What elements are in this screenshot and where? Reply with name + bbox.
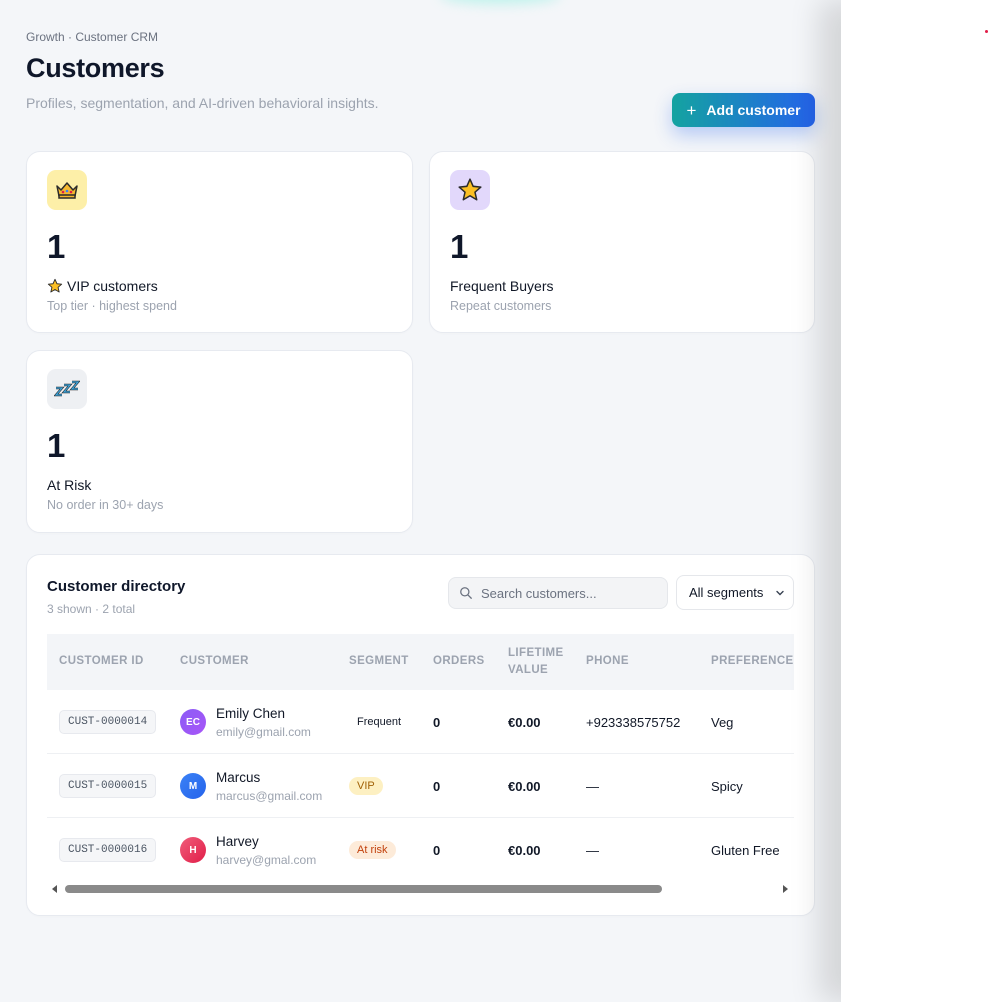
column-header-segment[interactable]: SEGMENT	[349, 634, 409, 690]
chevron-down-icon	[776, 590, 785, 595]
crown-icon	[47, 170, 87, 210]
customer-name: Harvey	[216, 833, 259, 849]
avatar: M	[180, 773, 206, 799]
stat-card-at-risk: 1 At Risk No order in 30+ days	[26, 350, 413, 533]
column-header-orders[interactable]: ORDERS	[433, 634, 485, 690]
avatar: H	[180, 837, 206, 863]
star-icon	[450, 170, 490, 210]
stat-card-vip: 1 VIP customers Top tier · highest spend	[26, 151, 413, 333]
main-content: Growth · Customer CRM Customers Profiles…	[0, 0, 841, 1002]
stat-value: 1	[450, 228, 469, 265]
segment-filter-value: All segments	[689, 585, 764, 600]
stat-label-text: VIP customers	[67, 278, 158, 294]
column-header-customer[interactable]: CUSTOMER	[180, 634, 249, 690]
stat-subtext: Repeat customers	[450, 299, 552, 313]
lifetime-value: €0.00	[508, 842, 541, 858]
stat-label: Frequent Buyers	[450, 278, 554, 294]
stat-value: 1	[47, 228, 66, 265]
search-icon	[460, 587, 472, 599]
table-row[interactable]: CUST-0000014 EC Emily Chen emily@gmail.c…	[47, 690, 794, 754]
segment-badge: Frequent	[357, 716, 402, 728]
stat-card-frequent: 1 Frequent Buyers Repeat customers	[429, 151, 815, 333]
segment-badge: At risk	[349, 841, 396, 859]
customer-email: harvey@gmal.com	[216, 853, 317, 868]
phone-value: —	[586, 842, 599, 858]
phone-value: —	[586, 778, 599, 794]
lifetime-value: €0.00	[508, 714, 541, 730]
horizontal-scrollbar[interactable]	[47, 884, 794, 896]
column-header-lifetime-value[interactable]: LIFETIME VALUE	[508, 634, 574, 690]
scroll-left-arrow-icon[interactable]	[52, 885, 57, 893]
plus-icon: +	[686, 100, 697, 120]
scrollbar-thumb[interactable]	[65, 885, 662, 893]
orders-value: 0	[433, 714, 441, 730]
segment-badge: VIP	[349, 777, 383, 795]
stat-subtext: Top tier · highest spend	[47, 299, 177, 313]
zzz-icon	[47, 369, 87, 409]
search-input[interactable]	[481, 585, 651, 601]
table-row[interactable]: CUST-0000015 M Marcus marcus@gmail.com V…	[47, 754, 794, 818]
customer-email: emily@gmail.com	[216, 725, 311, 740]
preference-value: Spicy	[711, 778, 743, 794]
column-header-phone[interactable]: PHONE	[586, 634, 629, 690]
star-icon	[47, 278, 63, 293]
decorative-glow	[440, 0, 560, 4]
side-panel	[841, 0, 989, 1002]
stat-label: At Risk	[47, 477, 92, 493]
segment-filter-select[interactable]: All segments	[676, 575, 794, 610]
lifetime-value: €0.00	[508, 778, 541, 794]
phone-value: +923338575752	[586, 714, 681, 730]
add-customer-button[interactable]: + Add customer	[672, 93, 815, 127]
directory-subtitle: 3 shown · 2 total	[47, 602, 136, 616]
breadcrumb: Growth · Customer CRM	[26, 30, 159, 44]
preference-value: Gluten Free	[711, 842, 780, 858]
directory-title: Customer directory	[47, 578, 186, 595]
table-row[interactable]: CUST-0000016 H Harvey harvey@gmal.com At…	[47, 818, 794, 880]
scroll-right-arrow-icon[interactable]	[783, 885, 788, 893]
indicator-dot	[985, 30, 988, 33]
column-header-preference[interactable]: PREFERENCE	[711, 634, 794, 690]
stat-value: 1	[47, 427, 66, 464]
customer-email: marcus@gmail.com	[216, 789, 323, 804]
customer-table: CUSTOMER ID CUSTOMER SEGMENT ORDERS LIFE…	[47, 634, 794, 880]
customer-directory: Customer directory 3 shown · 2 total All…	[26, 554, 815, 916]
table-header: CUSTOMER ID CUSTOMER SEGMENT ORDERS LIFE…	[47, 634, 794, 690]
customer-name: Marcus	[216, 769, 261, 785]
add-customer-label: Add customer	[706, 102, 801, 118]
stat-label: VIP customers	[47, 278, 158, 294]
customer-id-pill: CUST-0000015	[59, 774, 157, 798]
customer-id-pill: CUST-0000014	[59, 710, 157, 734]
column-header-customer-id[interactable]: CUSTOMER ID	[59, 634, 144, 690]
customer-id-pill: CUST-0000016	[59, 838, 157, 862]
page-title: Customers	[26, 53, 165, 83]
stat-subtext: No order in 30+ days	[47, 498, 164, 512]
orders-value: 0	[433, 842, 441, 858]
preference-value: Veg	[711, 714, 734, 730]
customer-name: Emily Chen	[216, 705, 286, 721]
orders-value: 0	[433, 778, 441, 794]
avatar: EC	[180, 709, 206, 735]
search-box	[448, 577, 668, 609]
page-subtitle: Profiles, segmentation, and AI-driven be…	[26, 95, 379, 111]
